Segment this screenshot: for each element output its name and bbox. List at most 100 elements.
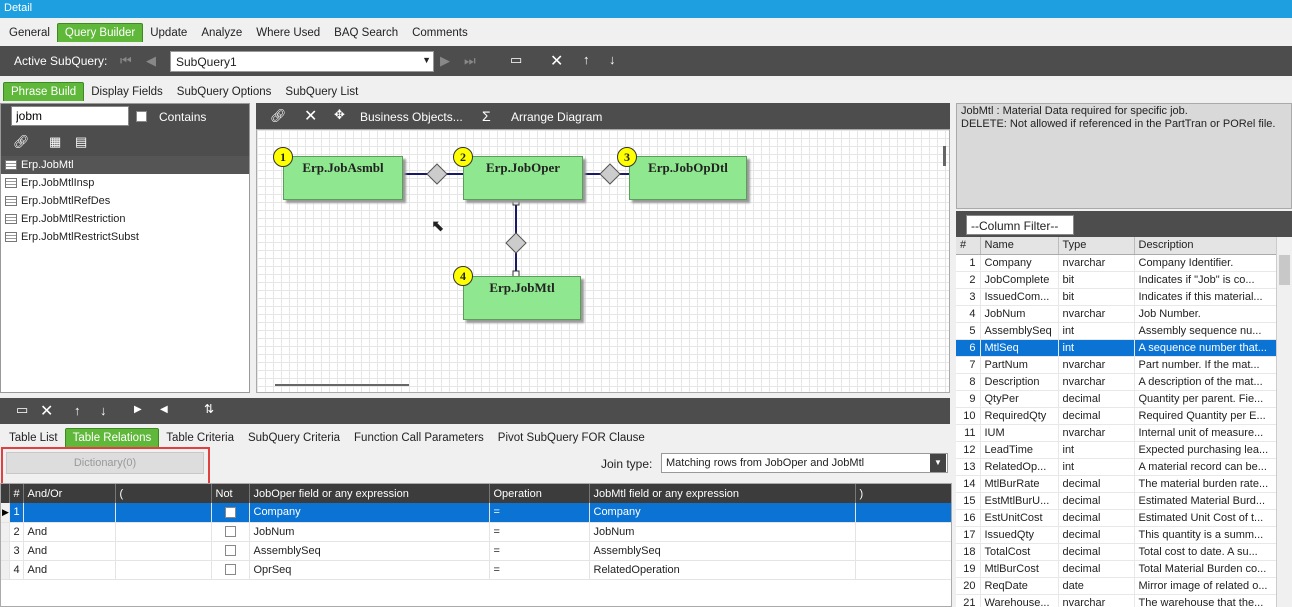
bottom-tab-table-criteria[interactable]: Table Criteria <box>159 429 241 447</box>
tab-analyze[interactable]: Analyze <box>194 24 249 42</box>
subquery-select[interactable]: SubQuery1 ▼ <box>170 51 434 72</box>
relations-cell[interactable] <box>211 560 250 580</box>
business-objects-icon[interactable]: ✥ <box>334 107 345 123</box>
table-row[interactable]: 7 PartNum nvarchar Part number. If the mat.… <box>956 356 1277 374</box>
last-record-button[interactable]: ⏭ <box>464 53 476 69</box>
relations-cell[interactable]: 3 <box>9 541 24 561</box>
table-list-item[interactable]: Erp.JobMtlRestrictSubst <box>1 228 249 246</box>
table-row[interactable]: 19 MtlBurCost decimal Total Material Burden… <box>956 560 1277 578</box>
indent-icon[interactable]: ▶ <box>134 404 142 415</box>
column-list-scrollbar[interactable] <box>1276 237 1292 607</box>
table-list-item[interactable]: Erp.JobMtlRestriction <box>1 210 249 228</box>
relations-cell[interactable]: And <box>23 522 116 542</box>
relations-column-header[interactable]: JobMtl field or any expression <box>589 484 856 503</box>
bottom-tab-function-call-parameters[interactable]: Function Call Parameters <box>347 429 491 447</box>
move-up-icon[interactable]: ↑ <box>583 52 590 67</box>
contains-checkbox[interactable] <box>136 111 147 122</box>
new-subquery-icon[interactable]: ▭ <box>510 52 522 68</box>
relations-cell[interactable]: JobNum <box>249 522 490 542</box>
relations-column-header[interactable]: Not <box>211 484 250 503</box>
subtab-subquery-list[interactable]: SubQuery List <box>278 83 365 101</box>
sort-icon[interactable]: ⇅ <box>204 402 214 416</box>
table-row[interactable]: 5 AssemblySeq int Assembly sequence nu... <box>956 322 1277 340</box>
table-row[interactable]: 12 LeadTime int Expected purchasing lea... <box>956 441 1277 459</box>
calculator-icon[interactable]: ▤ <box>75 134 87 150</box>
table-row[interactable]: 9 QtyPer decimal Quantity per parent. Fie..… <box>956 390 1277 408</box>
relations-cell[interactable] <box>211 522 250 542</box>
prev-record-button[interactable]: ◀ <box>146 53 156 69</box>
column-header[interactable]: Type <box>1058 237 1135 255</box>
bottom-tab-pivot-subquery-for-clause[interactable]: Pivot SubQuery FOR Clause <box>491 429 652 447</box>
relations-cell[interactable]: JobNum <box>589 522 856 542</box>
relations-cell[interactable] <box>115 560 212 580</box>
delete-subquery-icon[interactable]: ✕ <box>550 51 563 71</box>
table-row[interactable]: 8 Description nvarchar A description of the… <box>956 373 1277 391</box>
move-up-icon[interactable]: ↑ <box>74 403 81 418</box>
horizontal-scrollbar[interactable] <box>275 384 409 386</box>
table-row[interactable]: 18 TotalCost decimal Total cost to date. A … <box>956 543 1277 561</box>
table-row[interactable]: 21 Warehouse... nvarchar The warehouse that… <box>956 594 1277 607</box>
table-list-item[interactable]: Erp.JobMtlRefDes <box>1 192 249 210</box>
relations-cell[interactable]: = <box>489 522 590 542</box>
subtab-display-fields[interactable]: Display Fields <box>84 83 170 101</box>
next-record-button[interactable]: ▶ <box>440 53 450 69</box>
grid-view-icon[interactable]: ▦ <box>49 134 61 150</box>
bottom-tab-table-relations[interactable]: Table Relations <box>64 428 160 447</box>
join-type-select[interactable]: Matching rows from JobOper and JobMtl ▼ <box>661 453 948 473</box>
diagram-canvas[interactable]: Erp.JobAsmbl Erp.JobOper Erp.JobOpDtl Er… <box>256 129 950 393</box>
table-row[interactable]: 17 IssuedQty decimal This quantity is a sum… <box>956 526 1277 544</box>
table-row[interactable]: 1 Company nvarchar Company Identifier. <box>956 254 1277 272</box>
relations-cell[interactable] <box>855 560 951 580</box>
subtab-subquery-options[interactable]: SubQuery Options <box>170 83 279 101</box>
diagram-node-jobmtl[interactable]: Erp.JobMtl <box>463 276 581 320</box>
dictionary-button[interactable]: Dictionary(0) <box>6 452 204 474</box>
table-row[interactable]: 20 ReqDate date Mirror image of related o..… <box>956 577 1277 595</box>
table-row[interactable]: 16 EstUnitCost decimal Estimated Unit Cost … <box>956 509 1277 527</box>
relations-cell[interactable]: = <box>489 560 590 580</box>
not-checkbox[interactable] <box>224 526 236 538</box>
table-row[interactable]: 2 And JobNum = JobNum <box>1 522 951 542</box>
table-row[interactable]: 4 JobNum nvarchar Job Number. <box>956 305 1277 323</box>
column-header[interactable]: # <box>956 237 981 255</box>
relations-column-header[interactable]: And/Or <box>23 484 116 503</box>
column-header[interactable]: Name <box>980 237 1059 255</box>
diagram-node-jobopdtl[interactable]: Erp.JobOpDtl <box>629 156 747 200</box>
relations-cell[interactable]: = <box>489 541 590 561</box>
not-checkbox[interactable] <box>224 564 236 576</box>
relations-cell[interactable]: 2 <box>9 522 24 542</box>
table-row[interactable]: 3 IssuedCom... bit Indicates if this materi… <box>956 288 1277 306</box>
table-search-input[interactable] <box>11 106 129 126</box>
first-record-button[interactable]: ⏮ <box>120 53 132 69</box>
table-row[interactable]: 6 MtlSeq int A sequence number that... <box>956 339 1277 357</box>
table-row[interactable]: 14 MtlBurRate decimal The material burden r… <box>956 475 1277 493</box>
relations-cell[interactable]: = <box>489 503 590 523</box>
relations-cell[interactable] <box>855 503 951 523</box>
relations-cell[interactable] <box>855 541 951 561</box>
column-header[interactable]: Description <box>1134 237 1277 255</box>
table-list-item[interactable]: Erp.JobMtl <box>1 156 249 174</box>
vertical-scrollbar[interactable] <box>943 146 946 166</box>
relations-cell[interactable]: And <box>23 560 116 580</box>
relations-column-header[interactable]: # <box>9 484 24 503</box>
not-checkbox[interactable] <box>224 545 236 557</box>
relations-cell[interactable]: 4 <box>9 560 24 580</box>
relations-column-header[interactable]: ) <box>855 484 951 503</box>
tab-query-builder[interactable]: Query Builder <box>56 23 144 42</box>
relations-column-header[interactable]: JobOper field or any expression <box>249 484 490 503</box>
relations-cell[interactable]: And <box>23 541 116 561</box>
table-row[interactable]: 11 IUM nvarchar Internal unit of measure... <box>956 424 1277 442</box>
link-icon[interactable]: 🔗︎ <box>270 108 287 124</box>
relations-cell[interactable] <box>115 541 212 561</box>
arrange-diagram-button[interactable]: Arrange Diagram <box>511 110 602 124</box>
relations-cell[interactable]: AssemblySeq <box>249 541 490 561</box>
tab-baq-search[interactable]: BAQ Search <box>327 24 405 42</box>
outdent-icon[interactable]: ◀ <box>160 404 168 415</box>
relations-cell[interactable] <box>23 503 116 523</box>
subtab-phrase-build[interactable]: Phrase Build <box>3 82 85 101</box>
relations-cell[interactable] <box>115 503 212 523</box>
delete-icon[interactable]: ✕ <box>304 106 317 126</box>
relations-cell[interactable]: OprSeq <box>249 560 490 580</box>
aggregate-button[interactable]: Σ <box>482 108 491 124</box>
relations-cell[interactable]: RelatedOperation <box>589 560 856 580</box>
relations-cell[interactable]: AssemblySeq <box>589 541 856 561</box>
